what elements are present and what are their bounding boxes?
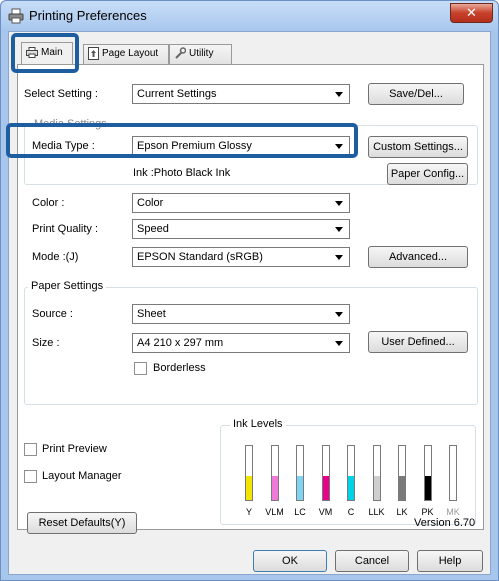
source-dropdown[interactable]: Sheet [132,304,350,324]
cancel-button[interactable]: Cancel [335,550,409,572]
page-icon [88,46,99,60]
chevron-down-icon [335,341,343,346]
source-label: Source : [32,308,73,320]
ink-label-llk: LLK [368,507,385,517]
ink-fill-y [246,475,252,500]
dialog-client: Main Page Layout Utility Select Setting … [8,31,491,575]
ink-fill-lk [399,475,405,500]
version-text: Version 6.70 [414,517,476,529]
custom-settings-button[interactable]: Custom Settings... [368,136,468,158]
ink-label-c: C [347,507,355,517]
mode-dropdown[interactable]: EPSON Standard (sRGB) [132,247,350,267]
ink-bar-lk [398,445,406,501]
close-button[interactable]: ✕ [450,3,493,23]
main-tab-highlight [11,33,79,73]
layout-manager-checkbox[interactable] [24,470,37,483]
printer-icon [8,8,24,24]
tab-utility[interactable]: Utility [169,44,232,64]
paper-settings-title: Paper Settings [28,280,107,292]
ink-fill-vlm [271,475,278,500]
layout-manager-label: Layout Manager [42,470,122,482]
ink-label-vm: VM [318,507,333,517]
color-dropdown[interactable]: Color [132,193,350,213]
ink-bar-c [347,445,355,501]
ink-bar-y [245,445,253,501]
ink-bar-mk [449,445,457,501]
print-quality-dropdown[interactable]: Speed [132,219,350,239]
ink-label-mk: MK [446,507,460,517]
print-preview-checkbox[interactable] [24,443,37,456]
ink-fill-llk [373,475,380,500]
ok-button[interactable]: OK [253,550,327,572]
ink-bar-lc [296,445,304,501]
title-bar[interactable]: Printing Preferences ✕ [1,1,498,31]
ink-type-text: Ink :Photo Black Ink [133,167,231,179]
select-setting-label: Select Setting : [24,88,98,100]
save-del-button[interactable]: Save/Del... [368,83,464,105]
advanced-button[interactable]: Advanced... [368,246,468,268]
ink-bar-pk [423,445,432,501]
ink-label-vlm: VLM [265,507,284,517]
ink-bar-llk [372,445,381,501]
ink-label-pk: PK [421,507,434,517]
mode-label: Mode :(J) [32,251,79,263]
ink-bar-vm [321,445,330,501]
size-label: Size : [32,337,60,349]
reset-defaults-button[interactable]: Reset Defaults(Y) [27,512,137,534]
ink-label-lc: LC [294,507,306,517]
ink-fill-c [348,475,354,500]
ink-label-lk: LK [396,507,408,517]
chevron-down-icon [335,92,343,97]
ink-fill-pk [424,475,431,500]
wrench-icon [175,47,186,60]
borderless-checkbox[interactable] [134,362,147,375]
ink-fill-vm [322,475,329,500]
select-setting-dropdown[interactable]: Current Settings [132,84,350,104]
paper-config-button[interactable]: Paper Config... [387,163,468,185]
size-dropdown[interactable]: A4 210 x 297 mm [132,333,350,353]
ink-bar-vlm [270,445,279,501]
chevron-down-icon [335,255,343,260]
print-preview-label: Print Preview [42,443,107,455]
ink-label-y: Y [245,507,252,517]
ink-levels-title: Ink Levels [230,418,286,430]
chevron-down-icon [335,227,343,232]
help-button[interactable]: Help [417,550,483,572]
chevron-down-icon [335,312,343,317]
color-label: Color : [32,197,65,209]
media-type-highlight [6,123,358,158]
user-defined-button[interactable]: User Defined... [368,331,468,353]
printing-preferences-window: Printing Preferences ✕ Main Page Layout … [0,0,499,581]
print-quality-label: Print Quality : [32,223,99,235]
ink-fill-lc [297,475,303,500]
chevron-down-icon [335,201,343,206]
window-title: Printing Preferences [29,8,147,23]
borderless-label: Borderless [153,362,206,374]
tab-page-layout[interactable]: Page Layout [83,44,169,64]
